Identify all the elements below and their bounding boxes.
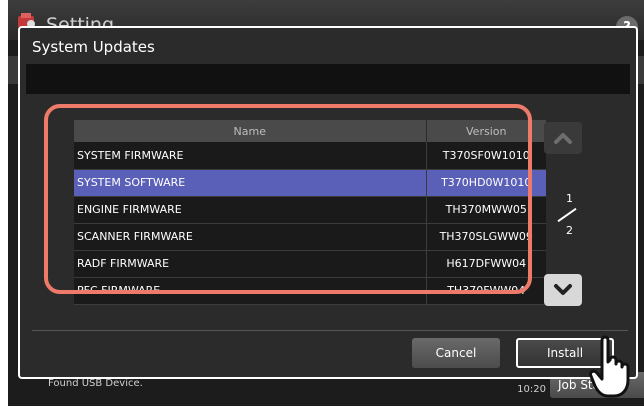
chevron-down-icon <box>554 284 572 295</box>
table-header-row: Name Version <box>74 120 546 142</box>
page-separator <box>557 207 577 223</box>
time-display: 10:20 <box>517 384 546 395</box>
cancel-button[interactable]: Cancel <box>412 338 500 368</box>
row-version: TH370FWW04 <box>426 277 546 305</box>
table-row[interactable]: ENGINE FIRMWARE TH370MWW05 <box>74 196 546 224</box>
row-version: T370SF0W1010 <box>426 142 546 170</box>
dialog-divider <box>32 330 628 331</box>
row-name: PFC FIRMWARE <box>74 277 427 305</box>
page-total: 2 <box>566 224 573 237</box>
scroll-up-button[interactable] <box>544 122 582 154</box>
row-version: H617DFWW04 <box>426 250 546 278</box>
table-row[interactable]: SCANNER FIRMWARE TH370SLGWW09 <box>74 223 546 251</box>
firmware-table: Name Version SYSTEM FIRMWARE T370SF0W101… <box>74 120 546 310</box>
table-row[interactable]: SYSTEM FIRMWARE T370SF0W1010 <box>74 142 546 170</box>
scroll-down-button[interactable] <box>544 274 582 306</box>
table-row[interactable]: PFC FIRMWARE TH370FWW04 <box>74 277 546 305</box>
table-row[interactable]: SYSTEM SOFTWARE T370HD0W1010 <box>74 169 546 197</box>
page-indicator: 1 2 <box>552 192 582 240</box>
row-version: T370HD0W1010 <box>426 169 546 197</box>
row-name: RADF FIRMWARE <box>74 250 427 278</box>
message-bar <box>26 64 630 94</box>
row-name: SCANNER FIRMWARE <box>74 223 427 251</box>
column-header-name: Name <box>74 120 427 142</box>
row-name: ENGINE FIRMWARE <box>74 196 427 224</box>
table-row[interactable]: RADF FIRMWARE H617DFWW04 <box>74 250 546 278</box>
column-header-version: Version <box>426 120 546 142</box>
row-name: SYSTEM SOFTWARE <box>74 169 427 197</box>
row-version: TH370SLGWW09 <box>426 223 546 251</box>
system-updates-dialog: System Updates Name Version SYSTEM FIRMW… <box>18 26 638 379</box>
page-current: 1 <box>566 192 573 205</box>
status-message: Found USB Device. <box>48 378 143 389</box>
dialog-title: System Updates <box>32 38 155 56</box>
pointing-hand-icon <box>588 334 638 400</box>
chevron-up-icon <box>554 133 572 144</box>
row-name: SYSTEM FIRMWARE <box>74 142 427 170</box>
row-version: TH370MWW05 <box>426 196 546 224</box>
